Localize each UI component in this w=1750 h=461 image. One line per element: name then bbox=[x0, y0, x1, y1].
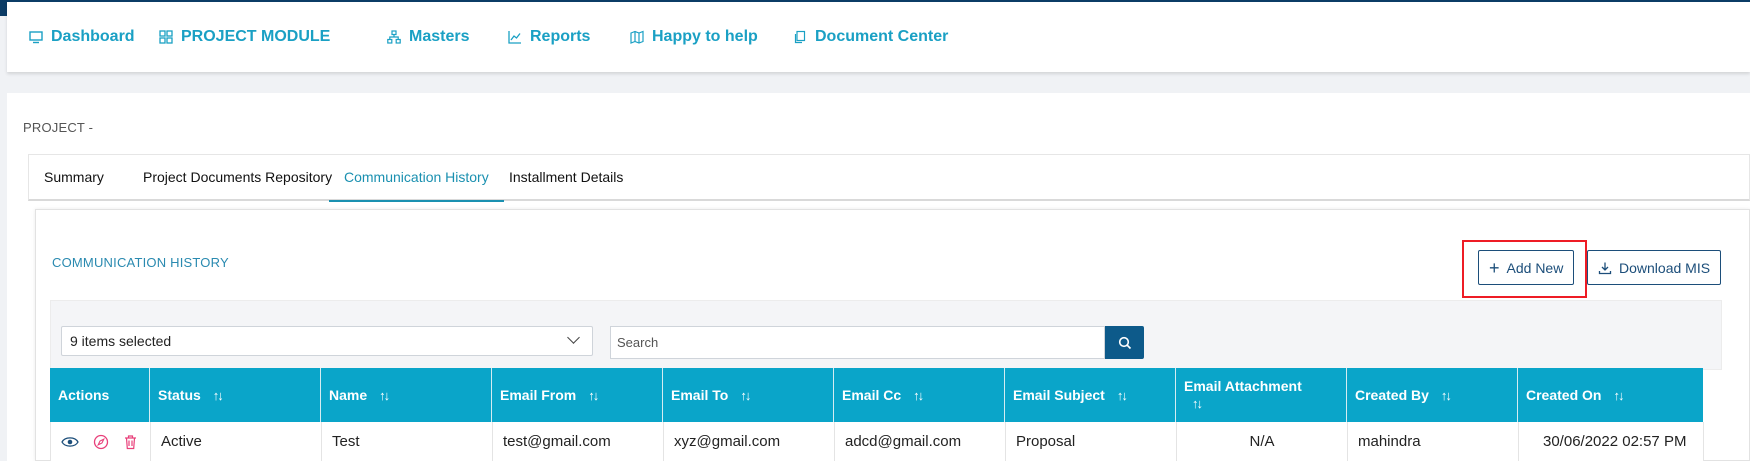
trash-icon[interactable] bbox=[123, 434, 138, 450]
sort-icon: ↑↓ bbox=[1613, 387, 1624, 403]
sort-icon: ↑↓ bbox=[212, 387, 224, 403]
cell-name: Test bbox=[322, 422, 493, 461]
table-row: Active Test test@gmail.com xyz@gmail.com… bbox=[50, 422, 1704, 461]
compass-icon[interactable] bbox=[93, 434, 109, 450]
eye-icon[interactable] bbox=[61, 435, 79, 449]
column-header-label: Name bbox=[329, 387, 368, 403]
sort-icon: ↑↓ bbox=[1192, 396, 1203, 411]
nav-happy-to-help-label: Happy to help bbox=[652, 28, 758, 45]
filter-bar: 9 items selected bbox=[50, 300, 1722, 370]
download-mis-label: Download MIS bbox=[1619, 259, 1711, 276]
cell-created-on: 30/06/2022 02:57 PM bbox=[1519, 422, 1704, 461]
project-label: PROJECT - bbox=[23, 120, 94, 135]
tab-bar: Summary Project Documents Repository Com… bbox=[28, 154, 1750, 202]
search-button[interactable] bbox=[1105, 326, 1144, 359]
grid-icon bbox=[159, 30, 173, 44]
table-header: Actions Status ↑↓ Name ↑↓ Email From ↑↓ Ema… bbox=[50, 368, 1703, 422]
column-header-label: Email Attachment bbox=[1184, 378, 1302, 394]
column-select-value: 9 items selected bbox=[70, 333, 172, 349]
sort-icon: ↑↓ bbox=[588, 387, 599, 403]
nav-document-center-label: Document Center bbox=[815, 28, 949, 45]
sort-icon: ↑↓ bbox=[1116, 387, 1128, 403]
cell-email-to: xyz@gmail.com bbox=[664, 422, 835, 461]
nav-document-center[interactable]: Document Center bbox=[793, 28, 948, 46]
tab-project-documents-repository[interactable]: Project Documents Repository bbox=[128, 155, 347, 200]
column-header-label: Email From bbox=[500, 387, 577, 403]
search-icon bbox=[1118, 336, 1131, 349]
column-header-label: Actions bbox=[58, 387, 110, 403]
top-strip-accent bbox=[0, 0, 7, 16]
column-header-label: Email To bbox=[671, 387, 729, 403]
column-header-email-cc[interactable]: Email Cc ↑↓ bbox=[834, 368, 1005, 422]
cell-email-cc: adcd@gmail.com bbox=[835, 422, 1006, 461]
nav-project-module[interactable]: PROJECT MODULE bbox=[159, 28, 330, 46]
nav-reports[interactable]: Reports bbox=[508, 28, 590, 46]
cell-email-subject: Proposal bbox=[1006, 422, 1177, 461]
nav-project-module-label: PROJECT MODULE bbox=[181, 28, 331, 45]
nav-masters[interactable]: Masters bbox=[387, 28, 469, 46]
documents-icon bbox=[794, 30, 806, 44]
column-header-label: Email Cc bbox=[842, 387, 902, 403]
cell-created-by: mahindra bbox=[1348, 422, 1519, 461]
tab-communication-history[interactable]: Communication History bbox=[329, 155, 504, 202]
column-header-created-by[interactable]: Created By ↑↓ bbox=[1347, 368, 1518, 422]
column-header-email-attachment[interactable]: Email Attachment ↑↓ bbox=[1176, 368, 1347, 422]
cell-email-from: test@gmail.com bbox=[493, 422, 664, 461]
sort-icon: ↑↓ bbox=[379, 387, 390, 403]
column-header-label: Created By bbox=[1355, 387, 1429, 403]
chart-line-icon bbox=[508, 31, 521, 44]
search-input[interactable] bbox=[610, 326, 1105, 359]
column-header-email-from[interactable]: Email From ↑↓ bbox=[492, 368, 663, 422]
column-header-name[interactable]: Name ↑↓ bbox=[321, 368, 492, 422]
nav-dashboard-label: Dashboard bbox=[51, 28, 135, 45]
sort-icon: ↑↓ bbox=[740, 387, 751, 403]
top-navbar: Dashboard PROJECT MODULE Masters Reports… bbox=[7, 0, 1750, 72]
column-header-status[interactable]: Status ↑↓ bbox=[150, 368, 321, 422]
column-header-email-subject[interactable]: Email Subject ↑↓ bbox=[1005, 368, 1176, 422]
nav-dashboard[interactable]: Dashboard bbox=[29, 28, 135, 46]
column-header-actions: Actions bbox=[50, 368, 150, 422]
column-header-email-to[interactable]: Email To ↑↓ bbox=[663, 368, 834, 422]
nav-reports-label: Reports bbox=[530, 28, 591, 45]
communication-table: Actions Status ↑↓ Name ↑↓ Email From ↑↓ Ema… bbox=[50, 368, 1704, 461]
column-header-label: Email Subject bbox=[1013, 387, 1105, 403]
sitemap-icon bbox=[387, 30, 401, 44]
map-icon bbox=[630, 30, 644, 44]
sort-icon: ↑↓ bbox=[913, 387, 924, 403]
chevron-down-icon bbox=[567, 331, 580, 344]
tab-summary[interactable]: Summary bbox=[29, 155, 119, 200]
nav-happy-to-help[interactable]: Happy to help bbox=[630, 28, 758, 46]
cell-email-attachment: N/A bbox=[1177, 422, 1348, 461]
nav-masters-label: Masters bbox=[409, 28, 470, 45]
column-header-label: Status bbox=[158, 387, 201, 403]
download-mis-button[interactable]: Download MIS bbox=[1587, 250, 1722, 285]
highlight-box bbox=[1462, 240, 1587, 298]
monitor-icon bbox=[29, 31, 43, 44]
panel-title: COMMUNICATION HISTORY bbox=[52, 255, 229, 270]
tab-installment-details[interactable]: Installment Details bbox=[494, 155, 638, 200]
row-actions bbox=[51, 422, 151, 461]
column-select[interactable]: 9 items selected bbox=[61, 326, 593, 356]
sort-icon: ↑↓ bbox=[1440, 387, 1452, 403]
column-header-label: Created On bbox=[1526, 387, 1602, 403]
cell-status: Active bbox=[151, 422, 322, 461]
column-header-created-on[interactable]: Created On ↑↓ bbox=[1518, 368, 1703, 422]
download-icon bbox=[1598, 262, 1612, 274]
